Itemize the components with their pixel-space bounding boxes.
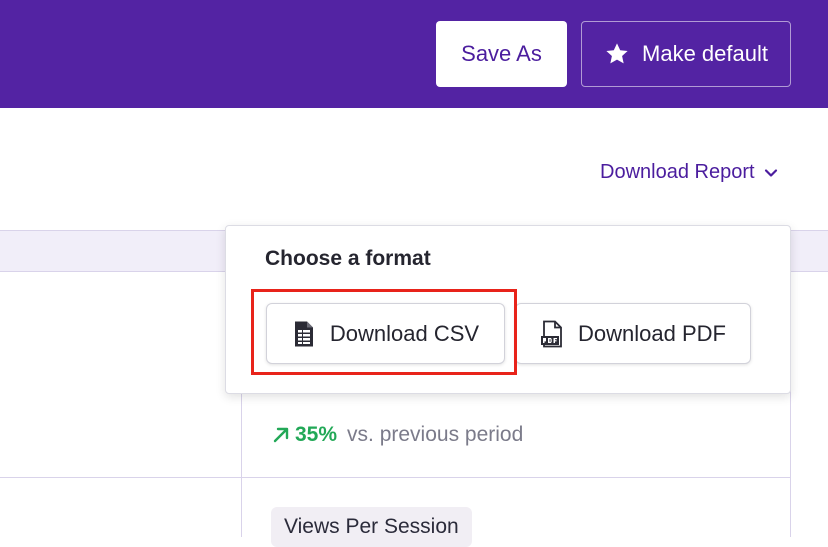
download-csv-button[interactable]: Download CSV bbox=[266, 303, 505, 364]
top-header-bar: Save As Make default bbox=[0, 0, 828, 108]
arrow-up-right-icon bbox=[273, 427, 289, 443]
metric-label-chip: Views Per Session bbox=[271, 507, 472, 547]
pdf-file-icon bbox=[541, 320, 562, 347]
metric-change-indicator: 35% vs. previous period bbox=[271, 420, 523, 450]
download-report-label: Download Report bbox=[600, 160, 755, 183]
spreadsheet-icon bbox=[294, 321, 313, 346]
menu-title: Choose a format bbox=[265, 247, 431, 270]
make-default-label: Make default bbox=[642, 41, 768, 66]
download-pdf-label: Download PDF bbox=[578, 320, 726, 346]
metric-change-percent: 35% bbox=[271, 423, 337, 447]
metric-change-suffix: vs. previous period bbox=[347, 423, 524, 446]
download-csv-label: Download CSV bbox=[329, 320, 480, 346]
download-report-dropdown-toggle[interactable]: Download Report bbox=[600, 158, 779, 186]
download-pdf-button[interactable]: Download PDF bbox=[515, 303, 751, 364]
save-as-button[interactable]: Save As bbox=[436, 21, 567, 87]
star-icon bbox=[606, 43, 628, 64]
panel-divider-horizontal bbox=[0, 477, 790, 478]
views-per-session-label: Views Per Session bbox=[284, 515, 459, 538]
chevron-down-icon bbox=[764, 168, 777, 177]
download-format-menu: Choose a format Download CSV Download PD… bbox=[225, 225, 791, 394]
make-default-button[interactable]: Make default bbox=[581, 21, 791, 87]
metric-change-value: 35% bbox=[295, 423, 338, 446]
